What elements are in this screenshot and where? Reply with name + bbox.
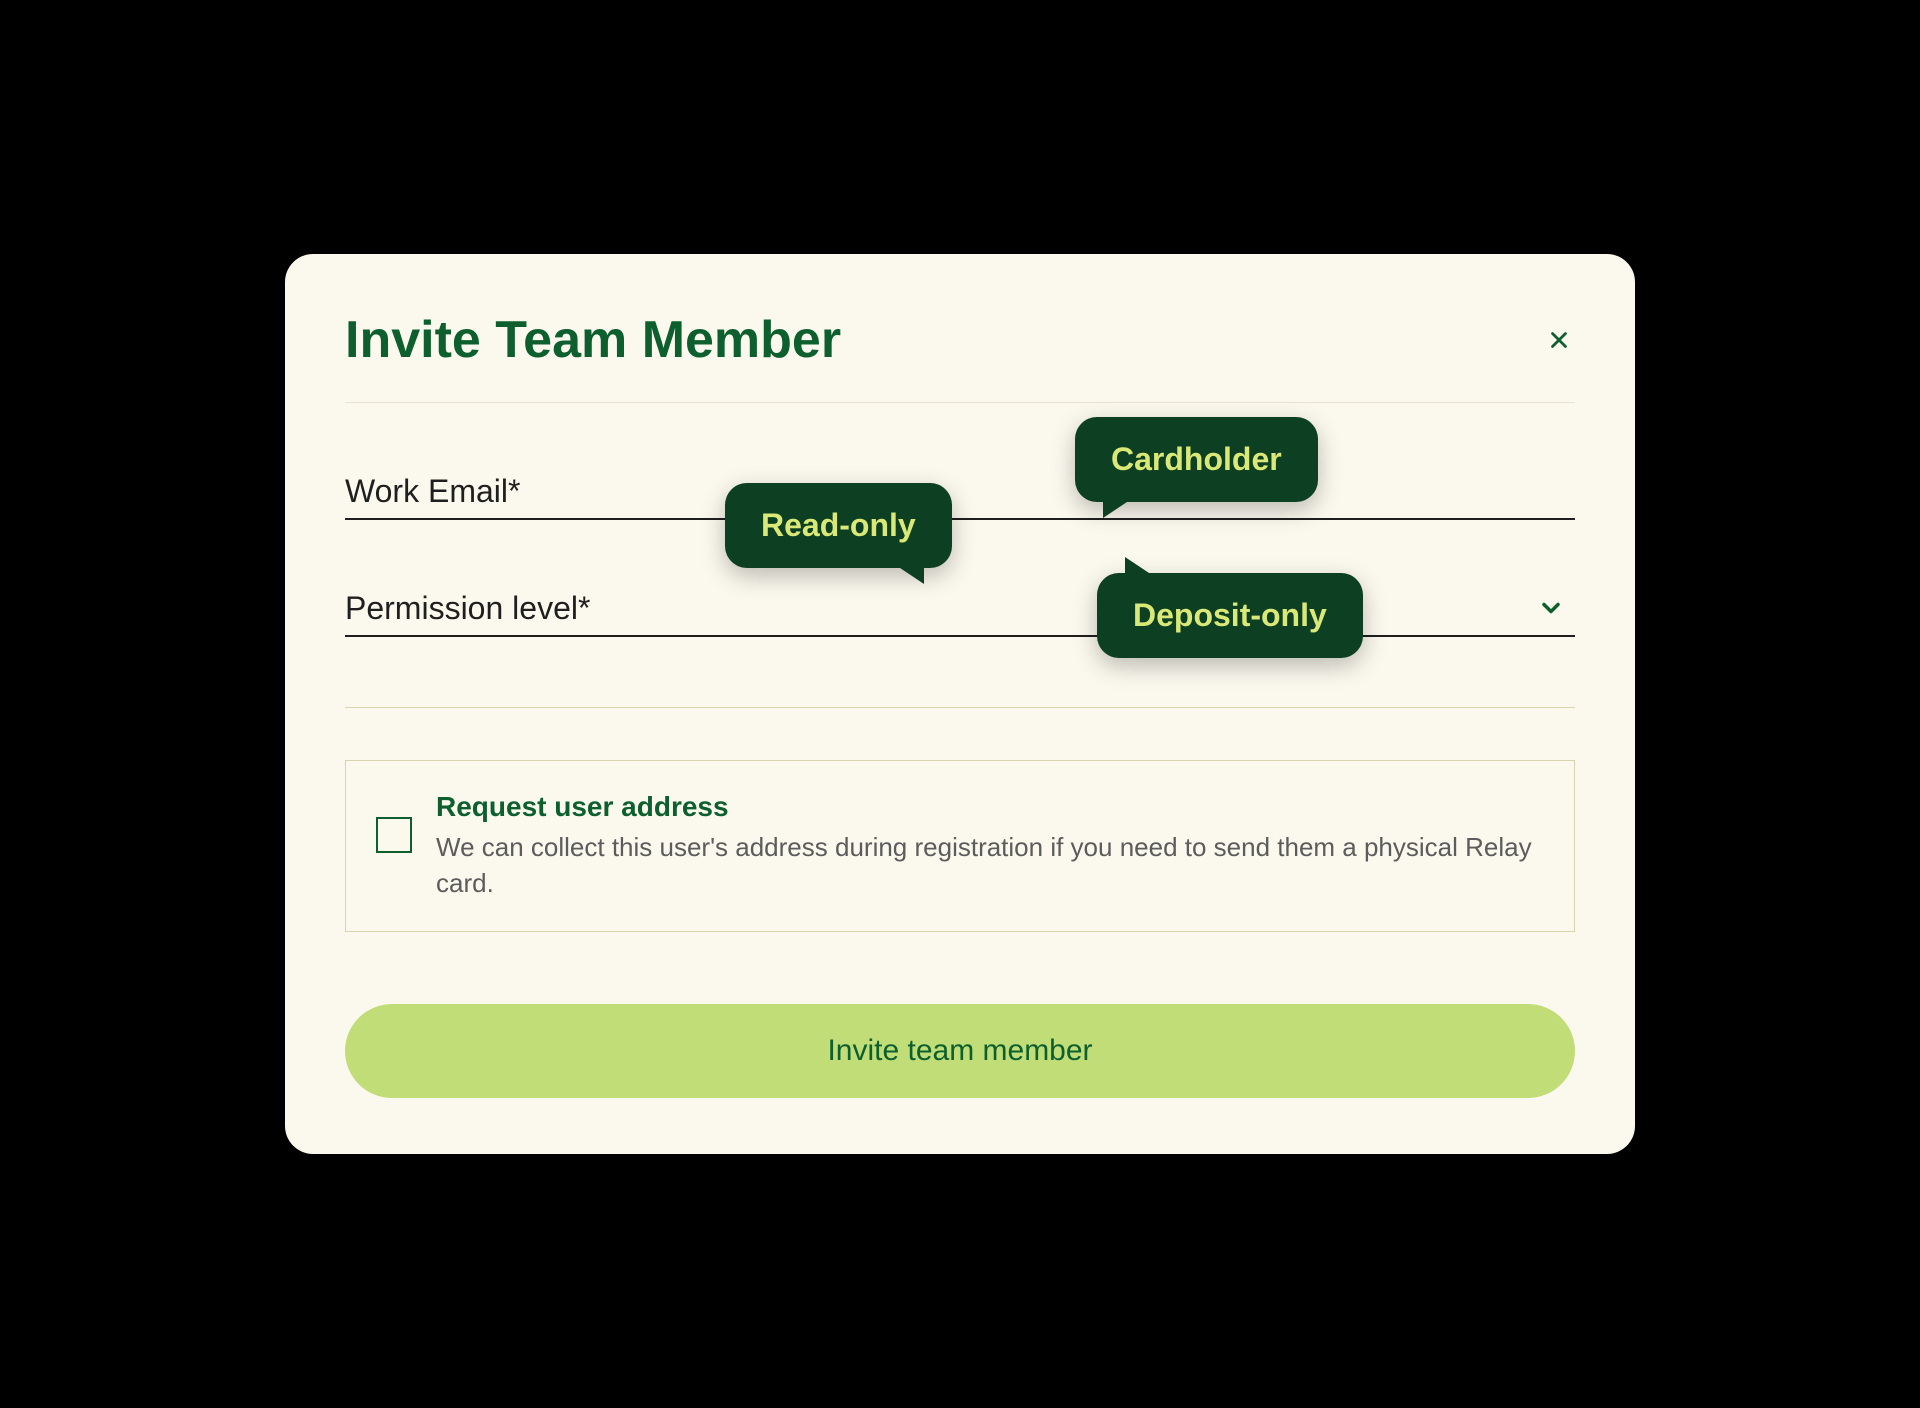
email-field[interactable] [345,518,1575,520]
callout-description: We can collect this user's address durin… [436,829,1544,902]
chevron-down-icon [1537,594,1565,627]
bubble-tail [888,560,924,584]
permission-field-label: Permission level* [345,590,1575,627]
invite-submit-button[interactable]: Invite team member [345,1004,1575,1098]
close-button[interactable] [1543,324,1575,356]
bubble-tail [1125,557,1161,581]
close-icon [1546,327,1572,353]
email-field-label: Work Email* [345,473,1575,510]
divider [345,707,1575,708]
modal-title: Invite Team Member [345,310,841,370]
request-address-checkbox[interactable] [376,817,412,853]
callout-title: Request user address [436,791,1544,823]
permission-field-wrapper: Permission level* [345,590,1575,637]
permission-option-bubbles: Cardholder Read-only Deposit-only [725,417,1445,697]
permission-select[interactable] [345,635,1575,637]
request-address-callout: Request user address We can collect this… [345,760,1575,933]
form-section: Work Email* Permission level* Request us… [345,403,1575,1099]
modal-header: Invite Team Member [345,310,1575,403]
email-field-wrapper: Work Email* [345,473,1575,520]
invite-modal: Invite Team Member Work Email* Permissio… [285,254,1635,1155]
bubble-label: Cardholder [1111,441,1282,477]
callout-content: Request user address We can collect this… [436,791,1544,902]
